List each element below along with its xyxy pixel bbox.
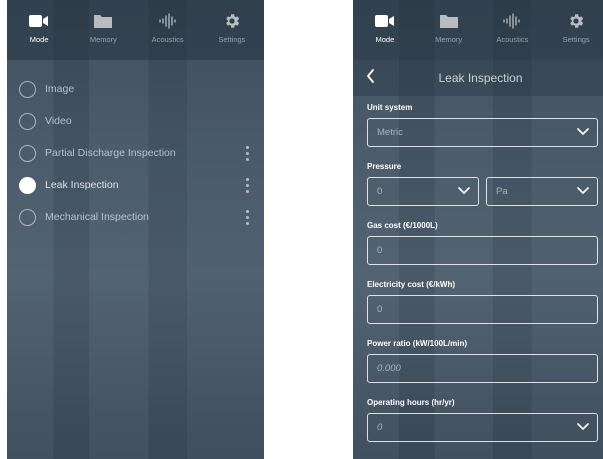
mode-item-label: Partial Discharge Inspection [45, 147, 176, 159]
gas-cost-input[interactable]: 0 [367, 236, 598, 265]
chevron-down-icon [577, 187, 589, 198]
chevron-left-icon[interactable] [365, 68, 377, 89]
chevron-down-icon [577, 423, 589, 434]
kebab-menu-icon[interactable] [246, 178, 249, 193]
pressure-value: 0 [377, 186, 383, 197]
mode-item-label: Leak Inspection [45, 179, 119, 191]
leak-inspection-form: Unit system Metric Pressure 0 Pa Gas cos… [353, 102, 603, 442]
nav-settings-label: Settings [562, 35, 590, 44]
mode-screen: Mode Memory Acoustics Settings Image Vid… [7, 0, 264, 459]
nav-memory-label: Memory [435, 35, 463, 44]
operating-hours-select[interactable]: 0 [367, 413, 598, 442]
sound-wave-icon [502, 10, 522, 32]
pressure-unit-select[interactable]: Pa [486, 177, 598, 206]
leak-inspection-screen: Mode Memory Acoustics Settings Leak Insp… [353, 0, 603, 459]
nav-mode[interactable]: Mode [9, 10, 69, 44]
radio-button[interactable] [19, 80, 36, 98]
nav-acoustics[interactable]: Acoustics [138, 10, 198, 44]
nav-acoustics[interactable]: Acoustics [482, 10, 542, 44]
folder-icon [93, 10, 113, 32]
nav-memory-label: Memory [89, 35, 117, 44]
nav-acoustics-label: Acoustics [496, 35, 529, 44]
operating-hours-label: Operating hours (hr/yr) [367, 398, 455, 407]
pressure-label: Pressure [367, 162, 402, 171]
top-navigation: Mode Memory Acoustics Settings [7, 0, 264, 60]
pressure-value-select[interactable]: 0 [367, 177, 479, 206]
electricity-cost-value: 0 [377, 304, 383, 315]
operating-hours-value: 0 [377, 422, 383, 433]
mode-item-leak-inspection[interactable]: Leak Inspection [7, 169, 264, 201]
mode-item-label: Video [45, 115, 72, 127]
unit-system-label: Unit system [367, 103, 413, 112]
mode-item-label: Image [45, 83, 75, 95]
unit-system-select[interactable]: Metric [367, 118, 598, 147]
mode-item-image[interactable]: Image [7, 73, 264, 105]
mode-item-mechanical-inspection[interactable]: Mechanical Inspection [7, 201, 264, 233]
mode-item-partial-discharge[interactable]: Partial Discharge Inspection [7, 137, 264, 169]
nav-mode[interactable]: Mode [355, 10, 415, 44]
radio-button-checked[interactable] [19, 176, 36, 194]
chevron-down-icon [577, 128, 589, 139]
folder-icon [439, 10, 459, 32]
power-ratio-label: Power ratio (kW/100L/min) [367, 339, 468, 348]
nav-settings[interactable]: Settings [202, 10, 262, 44]
gear-icon [567, 10, 585, 32]
radio-button[interactable] [19, 144, 36, 162]
nav-settings[interactable]: Settings [546, 10, 603, 44]
page-title: Leak Inspection [438, 71, 523, 85]
kebab-menu-icon[interactable] [246, 146, 249, 161]
video-camera-icon [28, 10, 50, 32]
electricity-cost-label: Electricity cost (€/kWh) [367, 280, 456, 289]
pressure-fields: 0 Pa [367, 177, 598, 206]
pressure-unit: Pa [496, 186, 508, 197]
top-navigation: Mode Memory Acoustics Settings [353, 0, 603, 60]
radio-button[interactable] [19, 112, 36, 130]
chevron-down-icon [458, 187, 470, 198]
sound-wave-icon [158, 10, 178, 32]
screen-header: Leak Inspection [353, 60, 603, 96]
gear-icon [223, 10, 241, 32]
mode-item-video[interactable]: Video [7, 105, 264, 137]
nav-mode-label: Mode [375, 35, 395, 44]
mode-list: Image Video Partial Discharge Inspection… [7, 60, 264, 233]
radio-button[interactable] [19, 208, 36, 226]
gas-cost-value: 0 [377, 245, 383, 256]
nav-memory[interactable]: Memory [419, 10, 479, 44]
power-ratio-input[interactable]: 0.000 [367, 354, 598, 383]
video-camera-icon [374, 10, 396, 32]
nav-mode-label: Mode [29, 35, 49, 44]
nav-settings-label: Settings [218, 35, 246, 44]
unit-system-value: Metric [377, 127, 403, 138]
kebab-menu-icon[interactable] [246, 210, 249, 225]
nav-memory[interactable]: Memory [73, 10, 133, 44]
nav-acoustics-label: Acoustics [151, 35, 184, 44]
power-ratio-placeholder: 0.000 [377, 363, 401, 374]
mode-item-label: Mechanical Inspection [45, 211, 149, 223]
gas-cost-label: Gas cost (€/1000L) [367, 221, 438, 230]
electricity-cost-input[interactable]: 0 [367, 295, 598, 324]
